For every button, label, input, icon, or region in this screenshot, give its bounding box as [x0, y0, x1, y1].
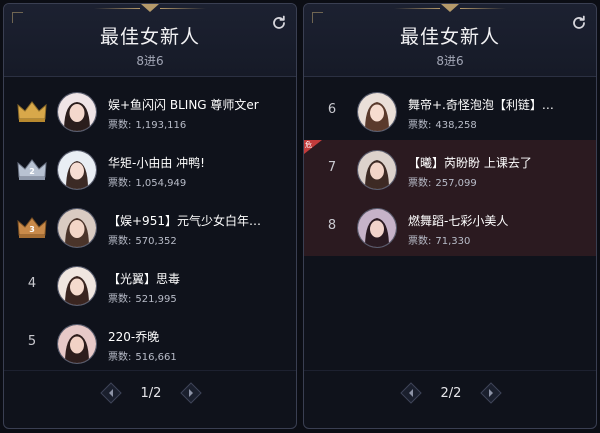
contestant-name: 【光翼】思毒: [108, 272, 181, 286]
refresh-icon[interactable]: [270, 14, 288, 32]
rank-number: 7: [327, 160, 337, 175]
list-item[interactable]: 危 7 【曦】芮盼盼 上课去了 票数: 257,099: [304, 140, 596, 198]
rank-number: 4: [27, 276, 37, 291]
vote-label: 票数:: [408, 120, 432, 131]
vote-count: 票数: 570,352: [108, 232, 177, 247]
rank-number: 5: [27, 334, 37, 349]
warning-badge: 危: [304, 140, 322, 154]
chevron-right-icon[interactable]: [180, 382, 202, 404]
vote-count: 票数: 516,661: [108, 348, 177, 363]
ranking-list: 娱+鱼闪闪 BLING 尊师文er 票数: 1,193,116 2 华矩-小由由 …: [4, 82, 296, 372]
header-ornament: [460, 8, 506, 9]
list-item[interactable]: 2 华矩-小由由 冲鸭! 票数: 1,054,949: [4, 140, 296, 198]
vote-label: 票数:: [408, 236, 432, 247]
panel-header: 最佳女新人 8进6: [304, 4, 596, 77]
header-ornament: [94, 8, 140, 9]
list-item[interactable]: 6 舞帝+.奇怪泡泡【利链】… 票数: 438,258: [304, 82, 596, 140]
divider: [304, 370, 596, 371]
panel-header: 最佳女新人 8进6: [4, 4, 296, 77]
contestant-name: 220-乔晚: [108, 330, 160, 344]
badge-text: 危: [305, 141, 312, 149]
avatar: [57, 208, 97, 248]
header-ornament: [394, 8, 440, 9]
refresh-icon[interactable]: [570, 14, 588, 32]
vote-label: 票数:: [108, 352, 132, 363]
contestant-name: 舞帝+.奇怪泡泡【利链】…: [408, 98, 554, 112]
avatar: [57, 266, 97, 306]
vote-value: 570,352: [135, 236, 177, 247]
chevron-left-icon[interactable]: [400, 382, 422, 404]
crown-icon: [16, 99, 48, 123]
contestant-name: 娱+鱼闪闪 BLING 尊师文er: [108, 98, 259, 112]
vote-count: 票数: 71,330: [408, 232, 470, 247]
header-ornament: [160, 8, 206, 9]
vote-value: 1,054,949: [135, 178, 187, 189]
contestant-name: 燃舞蹈-七彩小美人: [408, 214, 509, 228]
vote-value: 438,258: [435, 120, 477, 131]
avatar: [357, 208, 397, 248]
list-item[interactable]: 3 【娱+951】元气少女白年… 票数: 570,352: [4, 198, 296, 256]
pagination: 1/2: [4, 380, 296, 408]
vote-label: 票数:: [108, 178, 132, 189]
ranking-panel-page-2: 最佳女新人 8进6 6 舞帝+.奇怪泡泡【利链】… 票数: 438,258 危 7: [303, 3, 597, 429]
crown-rank: 3: [29, 225, 35, 234]
header-notch: [441, 4, 459, 12]
vote-count: 票数: 1,054,949: [108, 174, 186, 189]
crown-rank: 2: [29, 167, 35, 176]
crown-icon: 2: [16, 157, 48, 181]
avatar: [57, 150, 97, 190]
vote-count: 票数: 1,193,116: [108, 116, 186, 131]
panel-title: 最佳女新人: [99, 26, 200, 48]
avatar: [57, 92, 97, 132]
vote-count: 票数: 521,995: [108, 290, 177, 305]
vote-label: 票数:: [108, 236, 132, 247]
header-notch: [141, 4, 159, 12]
list-item[interactable]: 8 燃舞蹈-七彩小美人 票数: 71,330: [304, 198, 596, 256]
vote-value: 71,330: [435, 236, 471, 247]
avatar: [357, 150, 397, 190]
list-item[interactable]: 4 【光翼】思毒 票数: 521,995: [4, 256, 296, 314]
vote-value: 516,661: [135, 352, 177, 363]
avatar: [357, 92, 397, 132]
contestant-name: 【曦】芮盼盼 上课去了: [408, 156, 532, 170]
ranking-panel-page-1: 最佳女新人 8进6 娱+鱼闪闪 BLING 尊师文er 票数: 1,193,11…: [3, 3, 297, 429]
vote-label: 票数:: [108, 294, 132, 305]
panel-subtitle: 8进6: [136, 54, 164, 68]
avatar: [57, 324, 97, 364]
chevron-right-icon[interactable]: [480, 382, 502, 404]
panel-title: 最佳女新人: [399, 26, 500, 48]
vote-value: 257,099: [435, 178, 477, 189]
crown-icon: 3: [16, 215, 48, 239]
vote-count: 票数: 257,099: [408, 174, 477, 189]
page-indicator: 2/2: [440, 386, 462, 401]
list-item[interactable]: 娱+鱼闪闪 BLING 尊师文er 票数: 1,193,116: [4, 82, 296, 140]
rank-number: 6: [327, 102, 337, 117]
ranking-list: 6 舞帝+.奇怪泡泡【利链】… 票数: 438,258 危 7 【曦】芮盼盼 上…: [304, 82, 596, 256]
divider: [4, 370, 296, 371]
rank-number: 8: [327, 218, 337, 233]
chevron-left-icon[interactable]: [100, 382, 122, 404]
contestant-name: 华矩-小由由 冲鸭!: [108, 156, 205, 170]
pagination: 2/2: [304, 380, 596, 408]
vote-label: 票数:: [108, 120, 132, 131]
vote-value: 1,193,116: [135, 120, 187, 131]
vote-value: 521,995: [135, 294, 177, 305]
list-item[interactable]: 5 220-乔晚 票数: 516,661: [4, 314, 296, 372]
contestant-name: 【娱+951】元气少女白年…: [108, 214, 261, 228]
vote-count: 票数: 438,258: [408, 116, 477, 131]
page-indicator: 1/2: [140, 386, 162, 401]
vote-label: 票数:: [408, 178, 432, 189]
panel-subtitle: 8进6: [436, 54, 464, 68]
